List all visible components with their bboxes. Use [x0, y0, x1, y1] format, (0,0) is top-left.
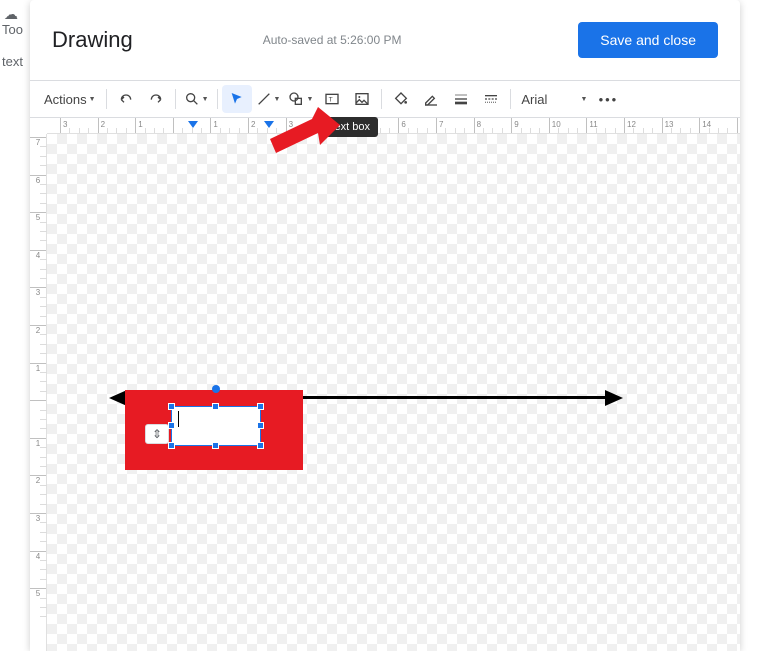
indent-marker[interactable]: [188, 121, 198, 128]
ruler-tick: 1: [210, 118, 217, 133]
ruler-tick: 2: [98, 118, 105, 133]
ruler-tick: 3: [60, 118, 67, 133]
drawing-dialog: Drawing Auto-saved at 5:26:00 PM Save an…: [30, 0, 740, 651]
toolbar: Actions▼ ▼ ▼ ▼: [30, 80, 740, 118]
border-color-button[interactable]: [416, 85, 446, 113]
bg-toc-text: Too: [2, 22, 23, 37]
zoom-button[interactable]: ▼: [180, 85, 213, 113]
cloud-icon: ☁: [4, 6, 18, 23]
redo-button[interactable]: [141, 85, 171, 113]
resize-handle-tr[interactable]: [257, 403, 264, 410]
separator: [381, 89, 382, 109]
resize-handle-mr[interactable]: [257, 422, 264, 429]
border-weight-button[interactable]: [446, 85, 476, 113]
resize-handle-ml[interactable]: [168, 422, 175, 429]
zoom-icon: [184, 91, 200, 107]
image-icon: [354, 91, 370, 107]
ruler-tick: 6: [398, 118, 405, 133]
caret-icon: ▼: [89, 96, 96, 103]
rotate-handle[interactable]: [212, 385, 220, 393]
ruler-tick: [173, 118, 176, 133]
border-dash-button[interactable]: [476, 85, 506, 113]
resize-handle-br[interactable]: [257, 442, 264, 449]
svg-text:T: T: [329, 97, 333, 104]
separator: [217, 89, 218, 109]
ruler-tick: [30, 400, 46, 401]
caret-icon: ▼: [274, 96, 281, 103]
autosave-status: Auto-saved at 5:26:00 PM: [133, 33, 579, 47]
bg-text-label: text: [2, 54, 23, 69]
ruler-tick: 1: [135, 118, 142, 133]
horizontal-ruler[interactable]: 321123456789101112131415: [47, 118, 740, 134]
dialog-header: Drawing Auto-saved at 5:26:00 PM Save an…: [30, 0, 740, 80]
font-select[interactable]: Arial ▼: [515, 85, 593, 113]
actions-label: Actions: [44, 92, 87, 107]
ruler-tick: 15: [737, 118, 740, 133]
border-dash-icon: [483, 91, 499, 107]
arrow-line-right-head[interactable]: [605, 390, 623, 406]
border-color-icon: [423, 91, 439, 107]
resize-handle-bm[interactable]: [212, 442, 219, 449]
ruler-tick: 8: [474, 118, 481, 133]
textbox-move-grip[interactable]: ⇕: [145, 424, 169, 444]
resize-handle-tm[interactable]: [212, 403, 219, 410]
redo-icon: [148, 91, 164, 107]
save-and-close-button[interactable]: Save and close: [578, 22, 718, 58]
ruler-tick: 7: [436, 118, 443, 133]
select-icon: [229, 91, 245, 107]
separator: [175, 89, 176, 109]
image-tool-button[interactable]: [347, 85, 377, 113]
caret-icon: ▼: [580, 96, 587, 103]
fill-color-button[interactable]: [386, 85, 416, 113]
fill-icon: [393, 91, 409, 107]
separator: [106, 89, 107, 109]
ruler-tick: 2: [248, 118, 255, 133]
undo-button[interactable]: [111, 85, 141, 113]
caret-icon: ▼: [202, 96, 209, 103]
annotation-arrow: [270, 105, 340, 165]
caret-icon: ▼: [306, 96, 313, 103]
more-icon: •••: [599, 92, 619, 107]
border-weight-icon: [453, 91, 469, 107]
font-label: Arial: [521, 92, 547, 107]
text-cursor: [178, 411, 179, 427]
dialog-title: Drawing: [52, 27, 133, 53]
drag-icon: ⇕: [152, 427, 162, 441]
ruler-tick: 9: [511, 118, 518, 133]
actions-menu[interactable]: Actions▼: [38, 85, 102, 113]
drawing-canvas[interactable]: ⇕: [47, 134, 740, 651]
resize-handle-tl[interactable]: [168, 403, 175, 410]
select-tool-button[interactable]: [222, 85, 252, 113]
resize-handle-bl[interactable]: [168, 442, 175, 449]
vertical-ruler[interactable]: 765432112345: [30, 134, 47, 651]
separator: [510, 89, 511, 109]
more-button[interactable]: •••: [593, 85, 623, 113]
selected-textbox[interactable]: [171, 406, 261, 446]
undo-icon: [118, 91, 134, 107]
